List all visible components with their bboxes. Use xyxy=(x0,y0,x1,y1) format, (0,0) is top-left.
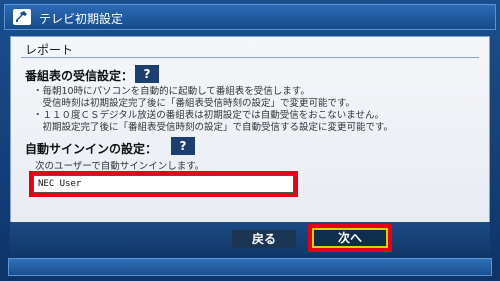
panel-heading: レポート xyxy=(25,43,74,57)
title-bar: テレビ初期設定 xyxy=(4,4,496,30)
note-line: ・１１０度ＣＳデジタル放送の番組表は初期設定では自動受信をおこないません。 xyxy=(33,110,385,121)
section-autosignin-title: 自動サインインの設定： xyxy=(25,142,158,156)
section-epg-title: 番組表の受信設定： xyxy=(25,69,134,83)
autosignin-subtext: 次のユーザーで自動サインインします。 xyxy=(35,161,205,172)
next-button-highlight: 次へ xyxy=(308,224,392,252)
tool-icon xyxy=(13,9,31,25)
note-line: 初期設定完了後に「番組表受信時刻の設定」で自動受信する設定に変更可能です。 xyxy=(33,122,394,133)
note-line: 受信時刻は初期設定完了後に「番組表受信時刻の設定」で変更可能です。 xyxy=(33,98,356,109)
back-button[interactable]: 戻る xyxy=(232,230,296,248)
user-field-highlight: NEC User xyxy=(29,171,298,197)
note-line: ・毎朝10時にパソコンを自動的に起動して番組表を受信します。 xyxy=(33,86,310,97)
divider xyxy=(21,57,479,58)
status-bar xyxy=(8,258,492,276)
app-window: テレビ初期設定 レポート 番組表の受信設定： ? ・毎朝10時にパソコンを自動的… xyxy=(0,0,500,281)
user-name-field[interactable]: NEC User xyxy=(33,175,294,193)
help-button-epg[interactable]: ? xyxy=(135,65,159,83)
next-button[interactable]: 次へ xyxy=(312,228,388,248)
window-title: テレビ初期設定 xyxy=(39,12,124,26)
help-button-autosignin[interactable]: ? xyxy=(171,137,195,155)
